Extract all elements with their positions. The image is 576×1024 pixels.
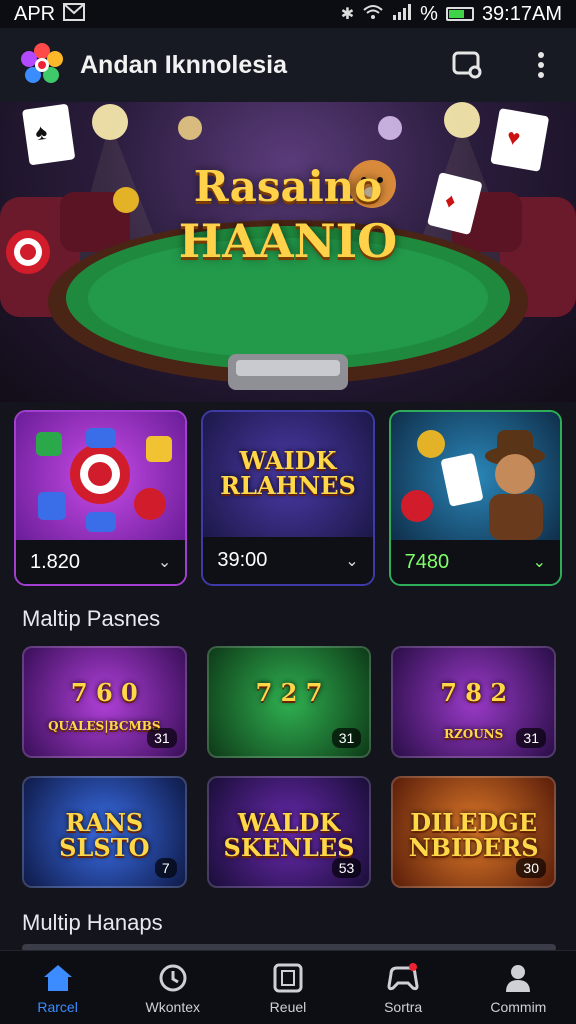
nav-item-label: Reuel bbox=[269, 998, 307, 1015]
game-tile[interactable]: WALDK SKENLES 53 bbox=[206, 776, 372, 888]
featured-games: 1.820 ⌄ WAIDK RLAHNES 39:00 ⌄ 7480 ⌄ bbox=[14, 410, 562, 586]
game-tile[interactable]: 7 2 7 31 bbox=[206, 646, 372, 758]
more-vert-icon bbox=[538, 52, 544, 78]
clock-icon bbox=[156, 961, 190, 995]
chevron-down-icon[interactable]: ⌄ bbox=[533, 552, 546, 572]
more-options-button[interactable] bbox=[524, 48, 558, 82]
battery-icon bbox=[445, 7, 474, 21]
game-tile[interactable]: 7 8 2 RZOUNS 31 bbox=[391, 646, 556, 758]
hero-title-line-2: HAANIO bbox=[178, 214, 398, 268]
profile-icon bbox=[501, 961, 535, 995]
carrier-label: APR bbox=[14, 2, 56, 25]
status-bar: APR ✱ % 39:17AM bbox=[0, 0, 576, 28]
featured-card-waidk[interactable]: WAIDK RLAHNES 39:00 ⌄ bbox=[201, 410, 375, 586]
home-icon bbox=[41, 961, 75, 995]
cards-icon bbox=[271, 961, 305, 995]
game-grid: 7 6 0 QUALES|BCMBS 31 7 2 7 31 7 8 2 RZO… bbox=[22, 646, 556, 888]
app-logo-icon bbox=[18, 41, 66, 89]
hero-banner[interactable]: ♠ ♥ ♦ Rasaino HAANIO bbox=[0, 102, 576, 402]
featured-card-dealer[interactable]: 7480 ⌄ bbox=[388, 410, 562, 586]
game-tile[interactable]: DILEDGE NBIDERS 30 bbox=[391, 776, 556, 888]
bottom-nav: Rarcel Wkontex Reuel Sortra Commim bbox=[0, 950, 576, 1024]
chevron-down-icon[interactable]: ⌄ bbox=[345, 551, 358, 571]
hero-title-line-1: Rasaino bbox=[193, 162, 383, 211]
cast-button[interactable] bbox=[450, 48, 484, 82]
game-tile-count: 30 bbox=[516, 858, 546, 878]
featured-card-chips[interactable]: 1.820 ⌄ bbox=[14, 410, 188, 586]
section-title: Multip Hanaps bbox=[22, 910, 163, 935]
section-title: Maltip Pasnes bbox=[22, 606, 161, 631]
featured-card-title: WAIDK RLAHNES bbox=[220, 446, 356, 501]
game-tile-count: 31 bbox=[516, 728, 546, 748]
chips-dice-illustration bbox=[16, 412, 186, 540]
nav-item-label: Rarcel bbox=[37, 998, 78, 1015]
game-tile-title: DILEDGE NBIDERS bbox=[408, 808, 539, 863]
game-tile-count: 7 bbox=[154, 858, 177, 878]
waidk-logo-illustration: WAIDK RLAHNES bbox=[203, 412, 373, 538]
cast-icon bbox=[452, 51, 482, 79]
game-tile-title: 7 8 2 bbox=[440, 678, 508, 707]
signal-icon bbox=[392, 3, 412, 25]
game-tile-title: WALDK SKENLES bbox=[223, 808, 355, 863]
bluetooth-icon: ✱ bbox=[340, 6, 355, 23]
featured-value: 7480 bbox=[404, 550, 450, 573]
dealer-illustration bbox=[390, 412, 560, 540]
nav-item-commim[interactable]: Commim bbox=[468, 961, 568, 1015]
mail-icon bbox=[63, 2, 86, 26]
nav-item-label: Commim bbox=[490, 998, 547, 1015]
game-tile-count: 53 bbox=[331, 858, 362, 878]
game-tile-title: 7 2 7 bbox=[255, 678, 323, 707]
nav-item-wkontex[interactable]: Wkontex bbox=[123, 961, 223, 1015]
game-tile[interactable]: 7 6 0 QUALES|BCMBS 31 bbox=[22, 646, 187, 758]
nav-item-label: Sortra bbox=[384, 998, 423, 1015]
nav-item-label: Wkontex bbox=[145, 998, 201, 1015]
game-tile-count: 31 bbox=[147, 728, 177, 748]
battery-percent-sign: % bbox=[420, 2, 438, 25]
nav-item-reuel[interactable]: Reuel bbox=[238, 961, 338, 1015]
controller-icon bbox=[386, 961, 420, 995]
app-title: Andan Iknnolesia bbox=[80, 50, 287, 79]
game-tile[interactable]: RANS SLSTO 7 bbox=[22, 776, 187, 888]
nav-item-home[interactable]: Rarcel bbox=[8, 961, 108, 1015]
game-tile-count: 31 bbox=[331, 728, 362, 748]
clock-time: 39:17AM bbox=[481, 2, 562, 25]
wifi-icon bbox=[362, 4, 384, 25]
nav-item-sortra[interactable]: Sortra bbox=[353, 961, 453, 1015]
chevron-down-icon[interactable]: ⌄ bbox=[158, 552, 171, 572]
game-tile-title: RANS SLSTO bbox=[59, 808, 150, 863]
featured-value: 1.820 bbox=[30, 550, 81, 573]
featured-value: 39:00 bbox=[217, 549, 268, 572]
game-tile-title: 7 6 0 bbox=[70, 678, 138, 707]
app-bar: Andan Iknnolesia bbox=[0, 28, 576, 102]
